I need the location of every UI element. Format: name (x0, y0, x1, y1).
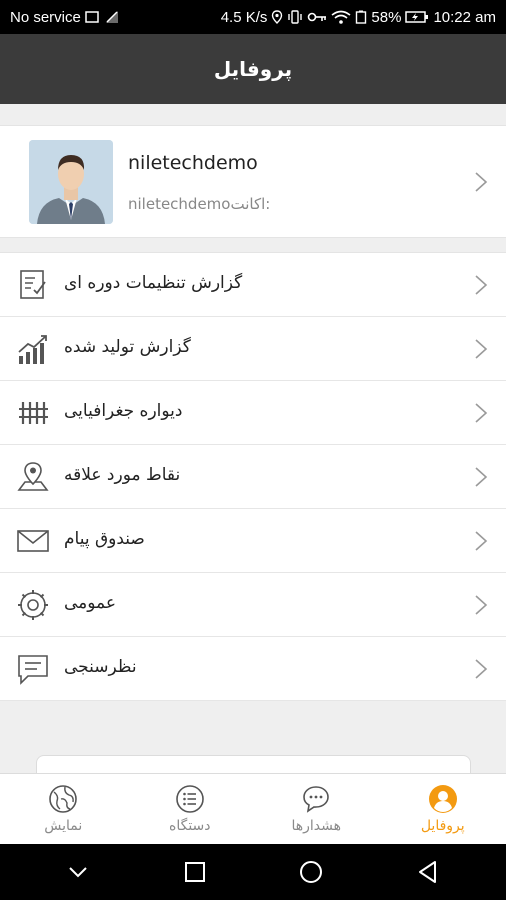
recents-icon[interactable] (182, 859, 208, 885)
profile-card[interactable]: niletechdemo اکانت: niletechdemo (0, 125, 506, 238)
tab-device[interactable]: دستگاه (127, 774, 254, 844)
tab-alerts[interactable]: هشدارها (253, 774, 380, 844)
geofence-icon (19, 402, 48, 424)
clock: 10:22 am (433, 8, 496, 26)
page-title: پروفایل (213, 57, 293, 81)
tab-label: پروفایل (420, 818, 465, 834)
chevron-right-icon (475, 531, 488, 551)
battery-saver-icon (356, 10, 367, 24)
app-header: پروفایل (0, 34, 506, 104)
profile-menu: گزارش تنظیمات دوره ای گزارش تولید شده دی… (0, 252, 506, 701)
tab-label: نمایش (44, 818, 83, 834)
feedback-icon (18, 655, 48, 685)
account-label: اکانت: (230, 195, 271, 213)
account-value: niletechdemo (128, 195, 231, 213)
status-bar: No service 4.5 K/s 58% 10:22 am (0, 0, 506, 34)
map-pin-icon (17, 462, 49, 491)
menu-label: صندوق پیام (64, 529, 145, 549)
home-icon[interactable] (298, 859, 324, 885)
menu-label: گزارش تنظیمات دوره ای (64, 273, 243, 293)
menu-label: عمومی (64, 593, 117, 613)
user-avatar-icon (29, 140, 113, 224)
account-line: اکانت: niletechdemo (128, 195, 270, 213)
chart-trend-icon (18, 335, 47, 364)
tab-display[interactable]: نمایش (0, 774, 127, 844)
menu-label: دیواره جغرافیایی (64, 401, 183, 421)
chevron-right-icon (475, 659, 488, 679)
menu-item-geofence[interactable]: دیواره جغرافیایی (0, 381, 506, 445)
map-globe-icon (49, 785, 78, 813)
key-icon (308, 12, 327, 22)
tab-label: هشدارها (291, 818, 342, 834)
person-icon (428, 785, 457, 813)
menu-item-generated-report[interactable]: گزارش تولید شده (0, 317, 506, 381)
vibrate-icon (288, 10, 303, 24)
chevron-right-icon (475, 595, 488, 615)
network-speed: 4.5 K/s (220, 8, 268, 26)
menu-item-message-box[interactable]: صندوق پیام (0, 509, 506, 573)
chevron-right-icon (475, 339, 488, 359)
chevron-right-icon (475, 467, 488, 487)
menu-item-general[interactable]: عمومی (0, 573, 506, 637)
signal-off-icon (105, 11, 118, 23)
menu-label: نقاط مورد علاقه (64, 465, 181, 485)
tab-profile[interactable]: پروفایل (380, 774, 506, 844)
report-settings-icon (20, 270, 46, 299)
envelope-icon (17, 530, 49, 552)
gear-icon (18, 590, 48, 620)
location-icon (272, 10, 283, 24)
back-icon[interactable] (415, 859, 441, 885)
menu-item-survey[interactable]: نظرسنجی (0, 637, 506, 701)
chat-bubble-icon (303, 786, 330, 813)
battery-percent: 58% (371, 8, 402, 26)
menu-label: گزارش تولید شده (64, 337, 191, 357)
wifi-icon (331, 10, 351, 24)
chevron-down-icon[interactable] (65, 859, 91, 885)
menu-item-points-of-interest[interactable]: نقاط مورد علاقه (0, 445, 506, 509)
bottom-nav: نمایش دستگاه هشدارها پروفایل (0, 773, 506, 844)
tab-label: دستگاه (168, 818, 211, 834)
menu-item-periodic-report[interactable]: گزارش تنظیمات دوره ای (0, 253, 506, 317)
menu-label: نظرسنجی (64, 657, 137, 677)
chevron-right-icon (475, 172, 488, 192)
chevron-right-icon (475, 403, 488, 423)
profile-username: niletechdemo (128, 152, 258, 174)
chevron-right-icon (475, 275, 488, 295)
carrier-text: No service (10, 8, 81, 26)
system-nav-bar (0, 844, 506, 900)
battery-charging-icon (405, 11, 429, 23)
list-icon (175, 785, 204, 813)
avatar (29, 140, 113, 224)
sim-icon (85, 11, 99, 23)
